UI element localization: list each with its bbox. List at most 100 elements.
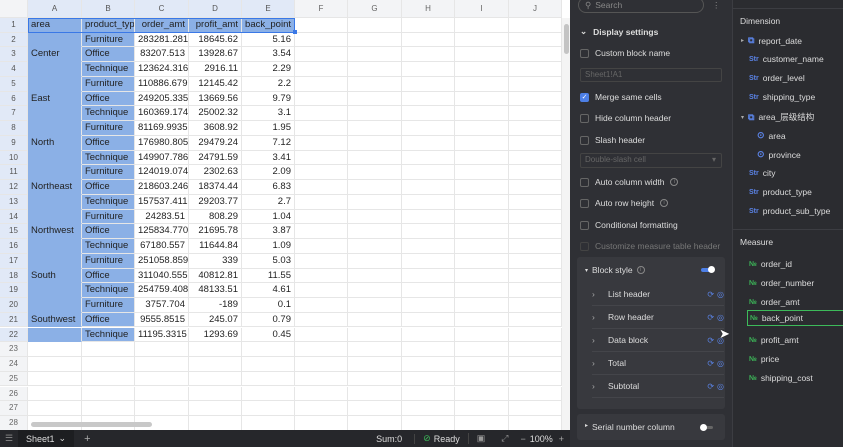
empty-cell[interactable] [242,386,295,402]
empty-cell[interactable] [295,386,348,402]
reset-icon[interactable]: ⟳ [707,336,714,345]
block-style-toggle[interactable] [701,266,715,273]
empty-cell[interactable] [455,47,509,63]
row-header[interactable]: 8 [0,121,28,136]
row-header[interactable]: 19 [0,283,28,298]
table-cell[interactable]: 25002.32 [189,106,242,122]
reset-icon[interactable]: ⟳ [707,382,714,391]
table-cell[interactable]: 21695.78 [189,224,242,240]
empty-cell[interactable] [509,135,562,151]
empty-cell[interactable] [348,32,402,48]
empty-cell[interactable] [455,121,509,136]
table-cell[interactable]: Office [82,91,135,107]
table-cell[interactable]: 249205.335 [135,91,189,107]
empty-cell[interactable] [509,91,562,107]
empty-cell[interactable] [455,76,509,92]
column-header-A[interactable]: A [28,0,82,18]
serial-number-toggle[interactable] [700,424,713,431]
empty-cell[interactable] [455,415,509,430]
empty-cell[interactable] [402,180,455,195]
table-cell[interactable]: 160369.174 [135,106,189,122]
empty-cell[interactable] [509,298,562,313]
horizontal-scroll-thumb[interactable] [31,422,152,427]
empty-cell[interactable] [402,62,455,77]
table-cell[interactable]: 3608.92 [189,121,242,136]
empty-cell[interactable] [295,415,348,430]
empty-cell[interactable] [295,357,348,372]
empty-cell[interactable] [28,401,82,416]
reset-icon[interactable]: ⟳ [707,313,714,322]
empty-cell[interactable] [402,312,455,328]
sheet-tab[interactable]: Sheet1 ⌄ [18,430,75,447]
empty-cell[interactable] [295,312,348,328]
empty-cell[interactable] [135,357,189,372]
table-cell[interactable]: Office [82,180,135,195]
row-header[interactable]: 28 [0,415,28,430]
empty-cell[interactable] [402,268,455,284]
table-cell[interactable]: 251058.859 [135,253,189,269]
empty-cell[interactable] [242,342,295,357]
info-icon[interactable]: i [660,199,669,207]
empty-cell[interactable] [509,18,562,33]
row-header[interactable]: 1 [0,18,28,33]
table-cell[interactable] [28,62,82,77]
display-settings-header[interactable]: ⌄ Display settings [580,26,658,37]
empty-cell[interactable] [509,342,562,357]
empty-cell[interactable] [402,165,455,181]
empty-cell[interactable] [348,283,402,298]
table-cell[interactable]: Technique [82,150,135,166]
row-header[interactable]: 25 [0,371,28,387]
row-header[interactable]: 14 [0,209,28,225]
table-cell[interactable]: 11644.84 [189,239,242,254]
empty-cell[interactable] [509,253,562,269]
measure-field[interactable]: № profit_amt [747,332,843,348]
empty-cell[interactable] [402,135,455,151]
slash-header-checkbox[interactable]: Slash header [580,135,645,145]
table-cell[interactable]: 149907.786 [135,150,189,166]
row-header[interactable]: 9 [0,135,28,151]
row-header[interactable]: 27 [0,401,28,416]
auto-column-width-checkbox[interactable]: Auto column width i [580,177,679,187]
table-cell[interactable]: 48133.51 [189,283,242,298]
table-cell[interactable]: Technique [82,194,135,210]
empty-cell[interactable] [509,239,562,254]
table-cell[interactable]: Center [28,47,82,63]
empty-cell[interactable] [348,18,402,33]
table-cell[interactable]: 13669.56 [189,91,242,107]
empty-cell[interactable] [189,371,242,387]
checkbox[interactable] [580,135,589,145]
table-cell[interactable]: 125834.7705 [135,224,189,240]
table-cell[interactable]: 2916.11 [189,62,242,77]
row-header[interactable]: 20 [0,298,28,313]
empty-cell[interactable] [348,62,402,77]
empty-cell[interactable] [348,342,402,357]
empty-cell[interactable] [295,18,348,33]
row-header[interactable]: 4 [0,62,28,77]
dimension-field[interactable]: ▾ ⧉ area_层级结构 [741,111,814,123]
empty-cell[interactable] [402,106,455,122]
empty-cell[interactable] [242,401,295,416]
dimension-field[interactable]: Str shipping_type [749,92,815,102]
empty-cell[interactable] [295,106,348,122]
table-cell[interactable]: Office [82,47,135,63]
column-header-G[interactable]: G [348,0,402,18]
search-input[interactable]: ⚲ Search [578,0,704,13]
table-cell[interactable]: 29479.24 [189,135,242,151]
empty-cell[interactable] [348,180,402,195]
table-cell[interactable]: 254759.4085 [135,283,189,298]
dimension-field[interactable]: Str order_level [749,73,805,83]
caret-icon[interactable]: ▸ [741,37,744,44]
empty-cell[interactable] [295,47,348,63]
zoom-in-button[interactable]: + [553,434,570,444]
empty-cell[interactable] [402,121,455,136]
row-header[interactable]: 16 [0,239,28,254]
table-cell[interactable]: Furniture [82,76,135,92]
table-cell[interactable]: Technique [82,106,135,122]
table-cell[interactable]: Office [82,224,135,240]
empty-cell[interactable] [455,194,509,210]
measure-field[interactable]: № shipping_cost [747,370,843,386]
vertical-scroll-thumb[interactable] [564,24,569,54]
empty-cell[interactable] [135,371,189,387]
row-header[interactable]: 3 [0,47,28,63]
empty-cell[interactable] [455,298,509,313]
